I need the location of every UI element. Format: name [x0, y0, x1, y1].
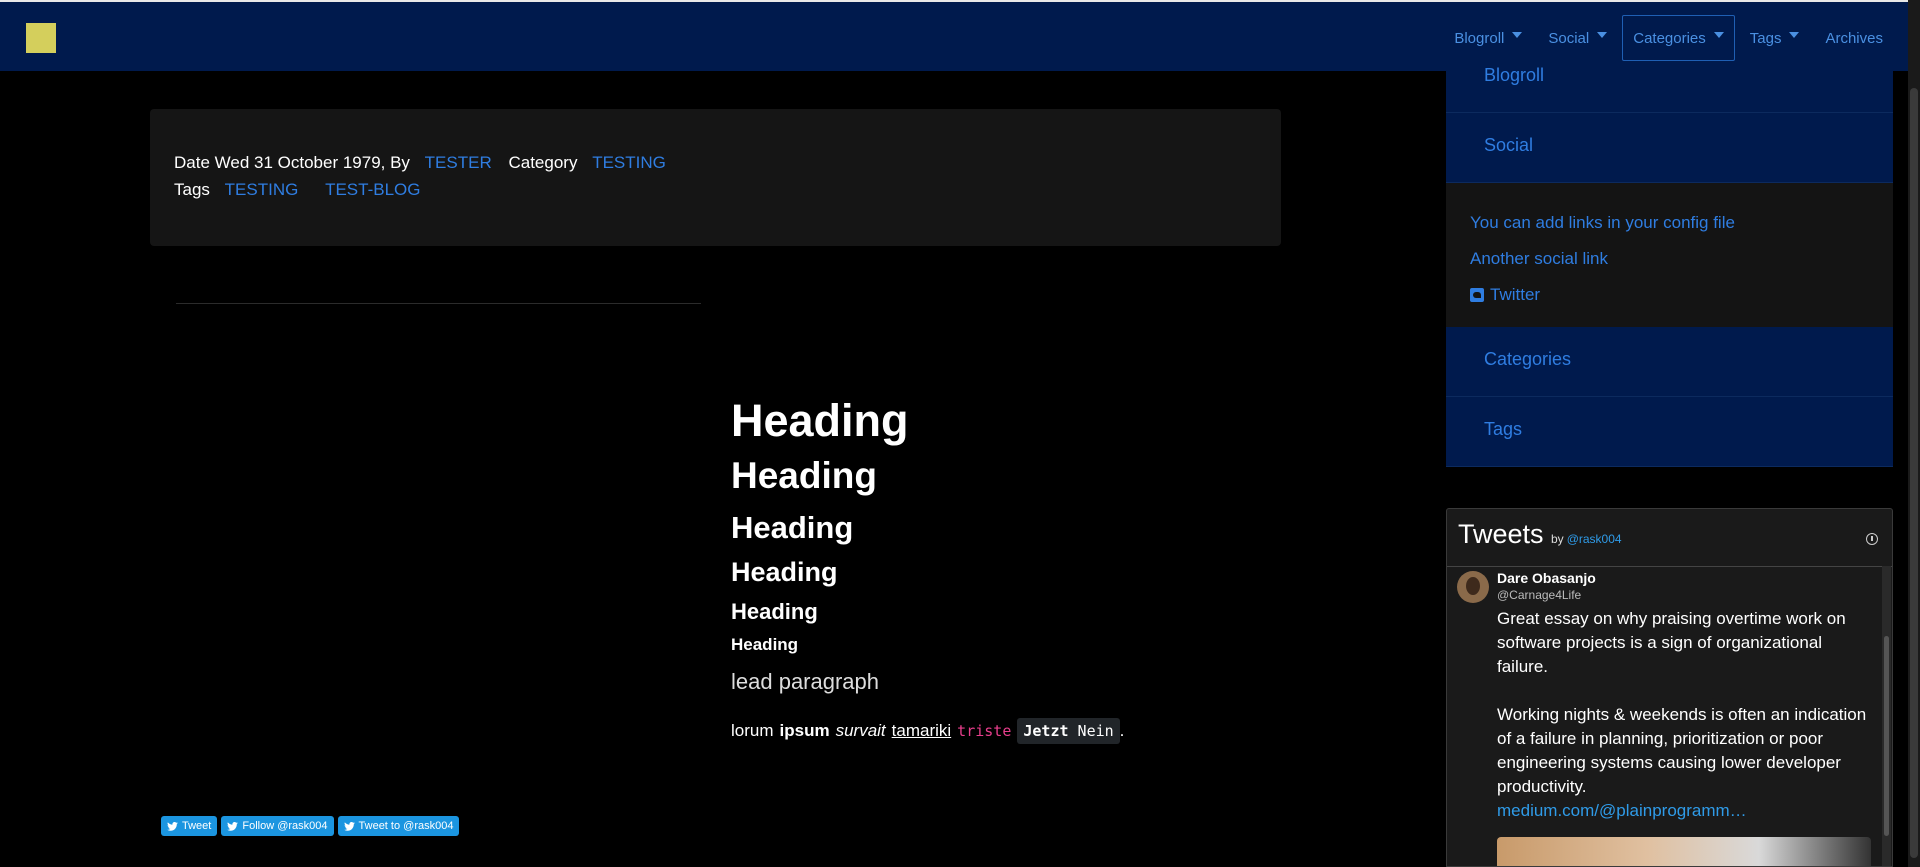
- sidebar-social-links: You can add links in your config file An…: [1446, 183, 1893, 327]
- tweets-title: Tweets: [1458, 519, 1544, 549]
- meta-category-label: Category: [508, 153, 578, 172]
- tweet-button-label: Tweet: [182, 820, 212, 832]
- heading-5: Heading: [731, 599, 818, 624]
- nav-blogroll[interactable]: Blogroll: [1443, 15, 1533, 61]
- tweet-to-button-label: Tweet to @rask004: [358, 820, 454, 832]
- sidebar-section-blogroll[interactable]: Blogroll: [1446, 65, 1893, 113]
- tweet-text: Great essay on why praising overtime wor…: [1497, 607, 1877, 823]
- meta-date: Date Wed 31 October 1979, By: [174, 153, 410, 172]
- sample-paragraph: lorum ipsum survait tamariki triste Jetz…: [731, 718, 1124, 744]
- tweet-author-handle[interactable]: @Carnage4Life: [1497, 588, 1581, 602]
- sidebar-link[interactable]: You can add links in your config file: [1470, 205, 1893, 241]
- caret-down-icon: [1713, 32, 1724, 38]
- nav-tags-label: Tags: [1749, 29, 1782, 47]
- caret-down-icon: [1789, 32, 1800, 38]
- twitter-square-icon: [1470, 288, 1484, 302]
- navbar: Blogroll Social Categories Tags Archives: [0, 0, 1908, 71]
- nav-social[interactable]: Social: [1537, 15, 1618, 61]
- meta-line-date: Date Wed 31 October 1979, By TESTER Cate…: [174, 153, 666, 173]
- meta-line-tags: Tags TESTING TEST-BLOG: [174, 180, 420, 200]
- nav-tags[interactable]: Tags: [1739, 15, 1811, 61]
- divider: [176, 303, 701, 304]
- sidebar: Blogroll Social You can add links in you…: [1446, 65, 1893, 467]
- tweets-widget: Tweets by @rask004 Dare Obasanjo @Carnage…: [1446, 508, 1893, 867]
- kbd-plain: Nein: [1077, 722, 1114, 740]
- tweets-scrollbar-thumb[interactable]: [1884, 636, 1889, 836]
- text-plain: lorum: [731, 721, 774, 740]
- page-scrollbar-thumb[interactable]: [1910, 88, 1918, 858]
- sidebar-link[interactable]: Another social link: [1470, 241, 1893, 277]
- tweets-by-label: by: [1551, 532, 1564, 546]
- tweets-handle-link[interactable]: @rask004: [1567, 532, 1622, 546]
- meta-tags-label: Tags: [174, 180, 210, 199]
- sidebar-blogroll-label: Blogroll: [1484, 65, 1545, 85]
- meta-author-link[interactable]: TESTER: [425, 153, 492, 172]
- twitter-bird-icon: [167, 821, 178, 831]
- heading-2: Heading: [731, 455, 877, 496]
- tweet-button[interactable]: Tweet: [161, 816, 218, 836]
- tweets-scrollbar[interactable]: [1882, 566, 1891, 866]
- sidebar-categories-label: Categories: [1484, 349, 1572, 369]
- tweet-link[interactable]: medium.com/@plainprogramm…: [1497, 801, 1747, 820]
- tweet-paragraph: Great essay on why praising overtime wor…: [1497, 609, 1846, 676]
- meta-category-link[interactable]: TESTING: [592, 153, 666, 172]
- nav-archives-label: Archives: [1825, 29, 1883, 47]
- sidebar-link-twitter[interactable]: Twitter: [1470, 277, 1893, 313]
- twitter-bird-icon: [227, 821, 239, 831]
- sidebar-section-categories[interactable]: Categories: [1446, 327, 1893, 397]
- heading-6: Heading: [731, 635, 799, 654]
- nav-archives[interactable]: Archives: [1814, 15, 1894, 61]
- sidebar-section-social[interactable]: Social: [1446, 113, 1893, 183]
- tweets-header: Tweets by @rask004: [1447, 509, 1892, 567]
- sidebar-section-tags[interactable]: Tags: [1446, 397, 1893, 467]
- sidebar-tags-label: Tags: [1484, 419, 1523, 439]
- info-icon[interactable]: [1866, 533, 1878, 545]
- tweet-paragraph: Working nights & weekends is often an in…: [1497, 705, 1867, 796]
- kbd-bold: Jetzt: [1023, 722, 1069, 740]
- follow-button[interactable]: Follow @rask004: [221, 816, 334, 836]
- inline-code: triste: [957, 722, 1012, 740]
- brand-logo[interactable]: [26, 23, 56, 53]
- meta-tag-link[interactable]: TESTING: [225, 180, 299, 199]
- heading-3: Heading: [731, 510, 854, 545]
- keyboard-input: Jetzt Nein: [1017, 718, 1120, 744]
- text-period: .: [1119, 721, 1125, 740]
- text-bold: ipsum: [779, 721, 830, 740]
- nav-categories[interactable]: Categories: [1622, 15, 1735, 61]
- text-underline: tamariki: [891, 721, 952, 740]
- nav-categories-label: Categories: [1633, 29, 1706, 47]
- tweet-author-name[interactable]: Dare Obasanjo: [1497, 570, 1596, 586]
- text-italic: survait: [835, 721, 886, 740]
- caret-down-icon: [1597, 32, 1608, 38]
- tweet-to-button[interactable]: Tweet to @rask004: [337, 816, 460, 836]
- nav-menu: Blogroll Social Categories Tags Archives: [1439, 14, 1894, 62]
- page-scrollbar[interactable]: [1908, 0, 1920, 867]
- lead-paragraph: lead paragraph: [731, 669, 880, 694]
- heading-1: Heading: [731, 395, 909, 446]
- tweet-image[interactable]: [1497, 837, 1871, 866]
- caret-down-icon: [1512, 32, 1523, 38]
- twitter-bird-icon: [343, 821, 355, 831]
- sidebar-social-label: Social: [1484, 135, 1534, 155]
- article-meta: Date Wed 31 October 1979, By TESTER Cate…: [150, 109, 1281, 246]
- nav-social-label: Social: [1548, 29, 1590, 47]
- share-buttons: Tweet Follow @rask004 Tweet to @rask004: [161, 816, 463, 836]
- follow-button-label: Follow @rask004: [242, 820, 328, 832]
- tweets-by: by @rask004: [1551, 532, 1622, 546]
- heading-4: Heading: [731, 557, 838, 587]
- avatar[interactable]: [1457, 571, 1489, 603]
- meta-tag-link[interactable]: TEST-BLOG: [325, 180, 420, 199]
- sidebar-link-twitter-label: Twitter: [1490, 285, 1541, 304]
- nav-blogroll-label: Blogroll: [1454, 29, 1505, 47]
